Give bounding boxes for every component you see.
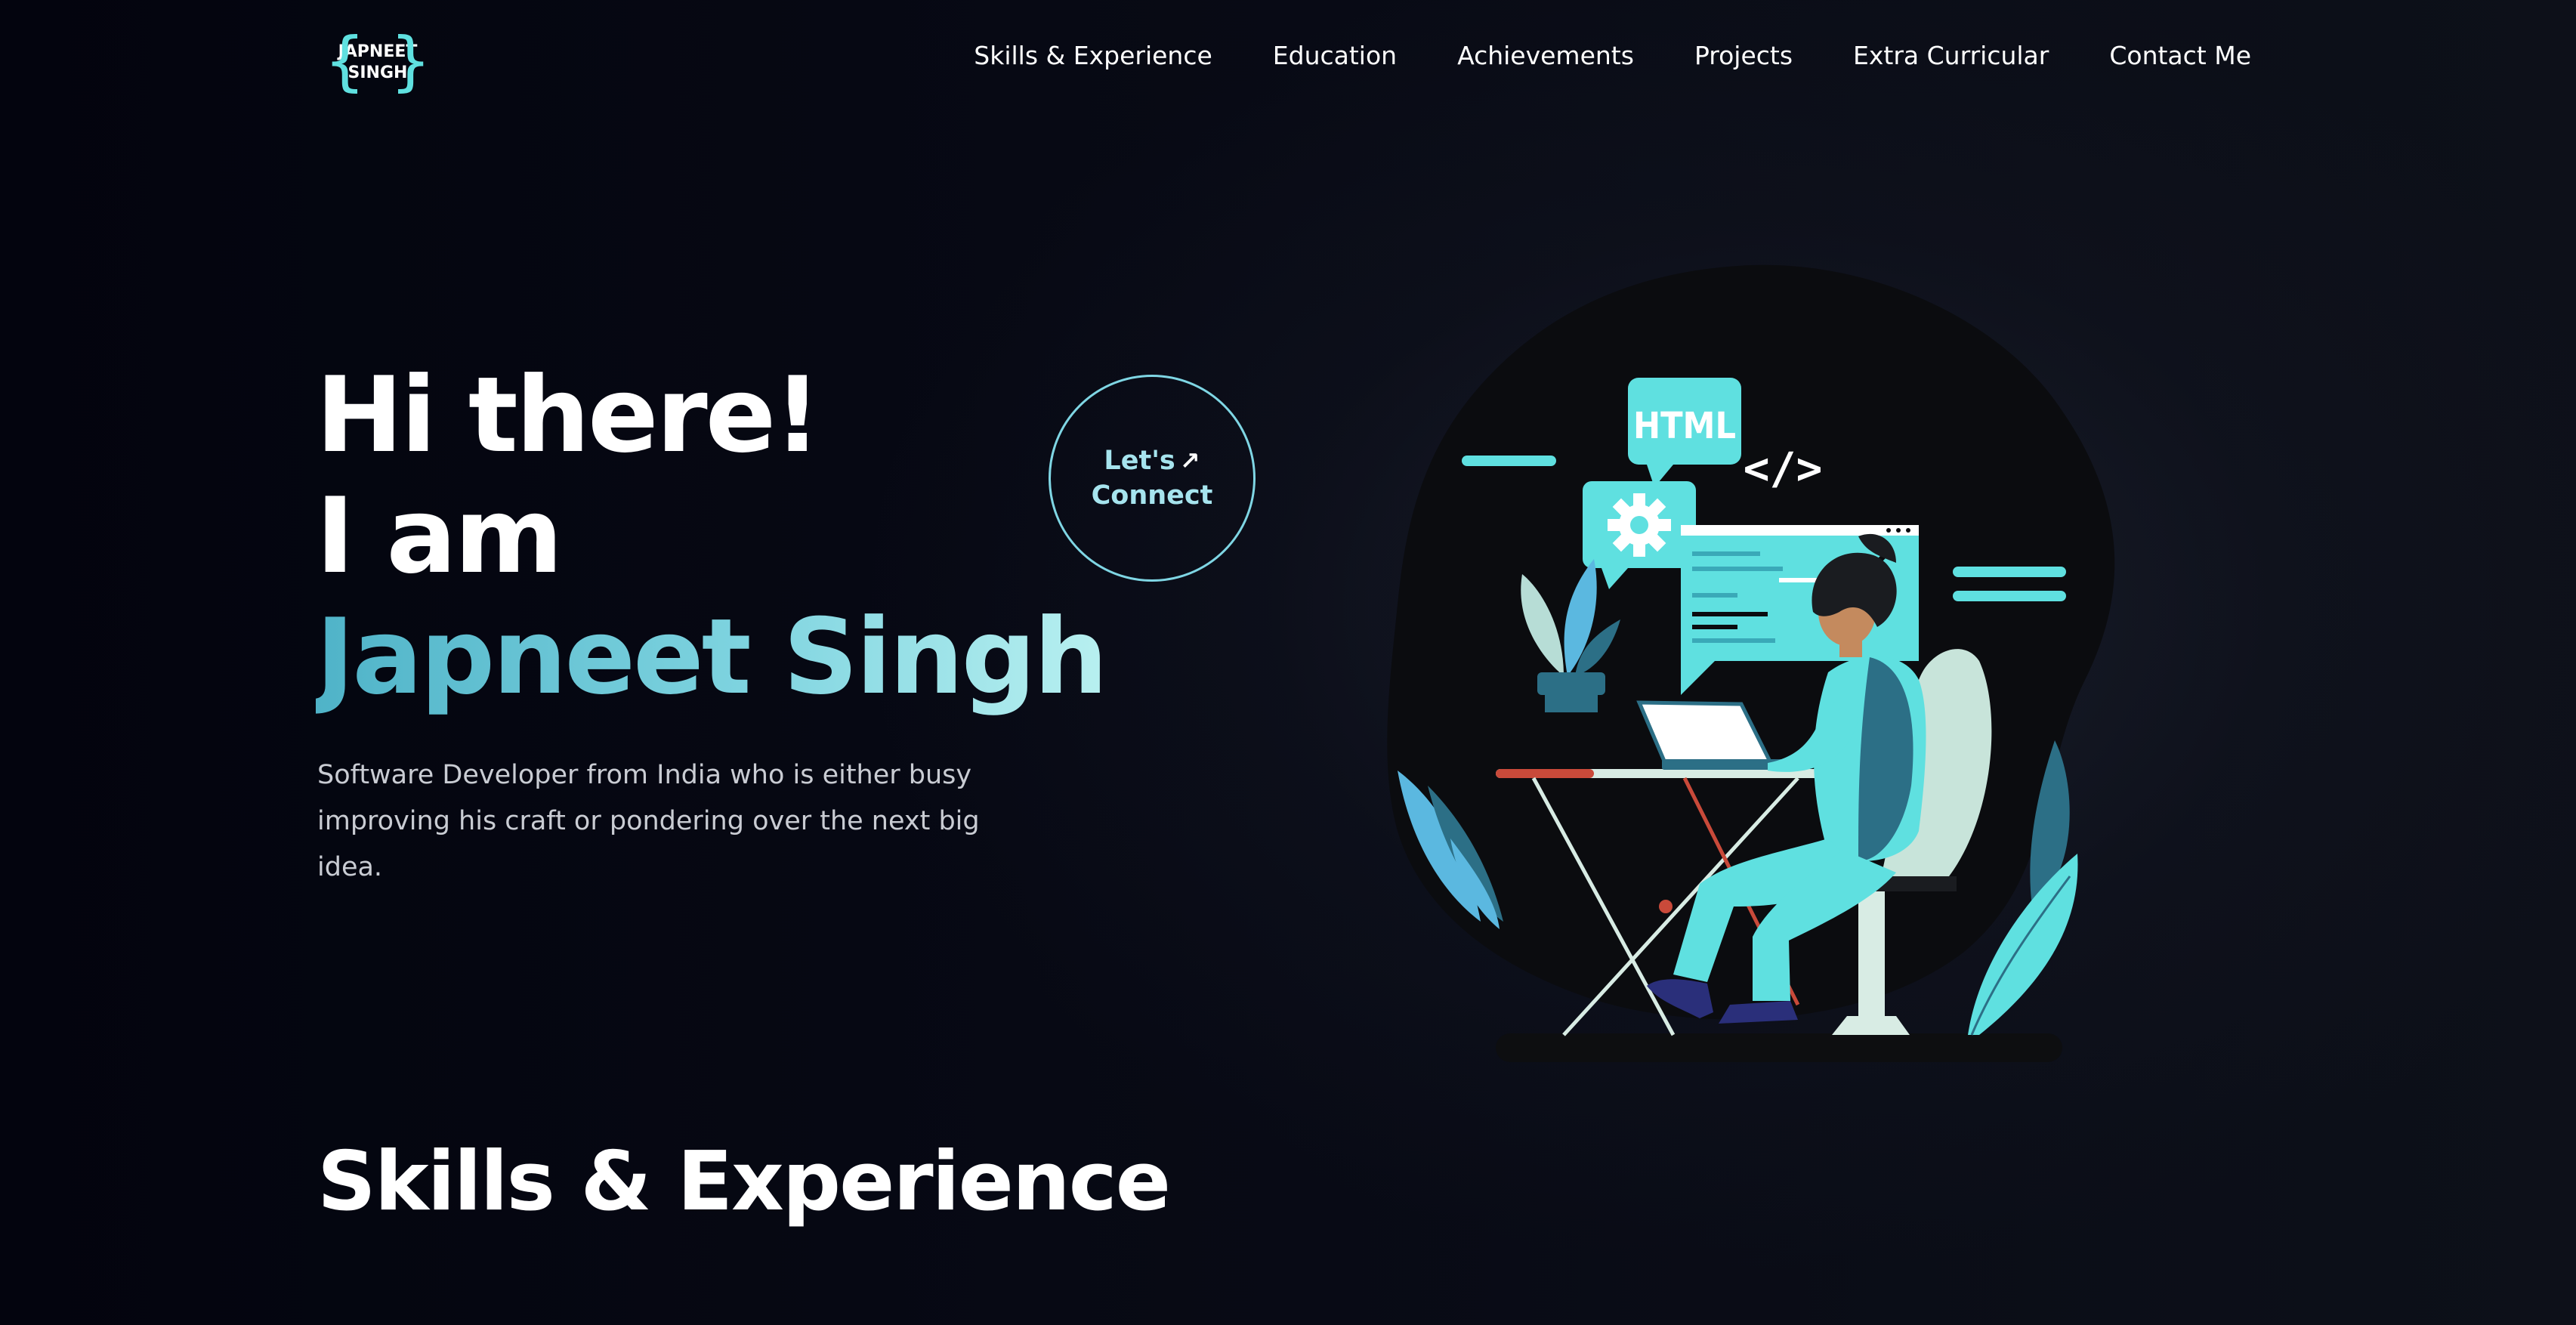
- connect-line1: Let's ↗: [1104, 443, 1200, 478]
- logo[interactable]: { JAPNEET SINGH }: [321, 29, 434, 94]
- logo-brace-right: }: [390, 23, 431, 99]
- deco-line-right-1: [1953, 567, 2066, 577]
- hero-illustration: HTML </>: [1387, 264, 2115, 1062]
- deco-line-left: [1462, 456, 1556, 466]
- connect-line2: Connect: [1091, 480, 1213, 511]
- nav-projects[interactable]: Projects: [1694, 39, 1793, 73]
- gear-icon: [1608, 493, 1671, 557]
- lets-connect-button[interactable]: Let's ↗ Connect: [1049, 375, 1256, 582]
- nav-education[interactable]: Education: [1273, 39, 1397, 73]
- code-icon: </>: [1744, 443, 1823, 494]
- nav-skills-experience[interactable]: Skills & Experience: [974, 39, 1212, 73]
- connect-lets-label: Let's: [1104, 446, 1175, 476]
- hero-name: Japneet Singh: [316, 596, 1108, 718]
- arrow-up-right-icon: ↗: [1179, 446, 1200, 475]
- nav-extra-curricular[interactable]: Extra Curricular: [1853, 39, 2049, 73]
- hero-heading: Hi there! I am Japneet Singh: [316, 354, 1108, 718]
- hero-subtitle: Software Developer from India who is eit…: [317, 760, 980, 882]
- html-label: HTML: [1633, 405, 1736, 447]
- nav-contact-me[interactable]: Contact Me: [2109, 39, 2251, 73]
- skills-section-title: Skills & Experience: [317, 1135, 1171, 1229]
- logo-brace-left: {: [324, 23, 366, 99]
- deco-line-right-2: [1953, 591, 2066, 601]
- hero-greeting: Hi there!: [316, 354, 821, 476]
- page: { JAPNEET SINGH } Skills & Experience Ed…: [0, 0, 2576, 1325]
- hero-i-am: I am: [316, 475, 563, 597]
- nav-achievements[interactable]: Achievements: [1457, 39, 1634, 73]
- main-nav: Skills & Experience Education Achievemen…: [913, 39, 2251, 73]
- floor-shadow: [1496, 1033, 2062, 1062]
